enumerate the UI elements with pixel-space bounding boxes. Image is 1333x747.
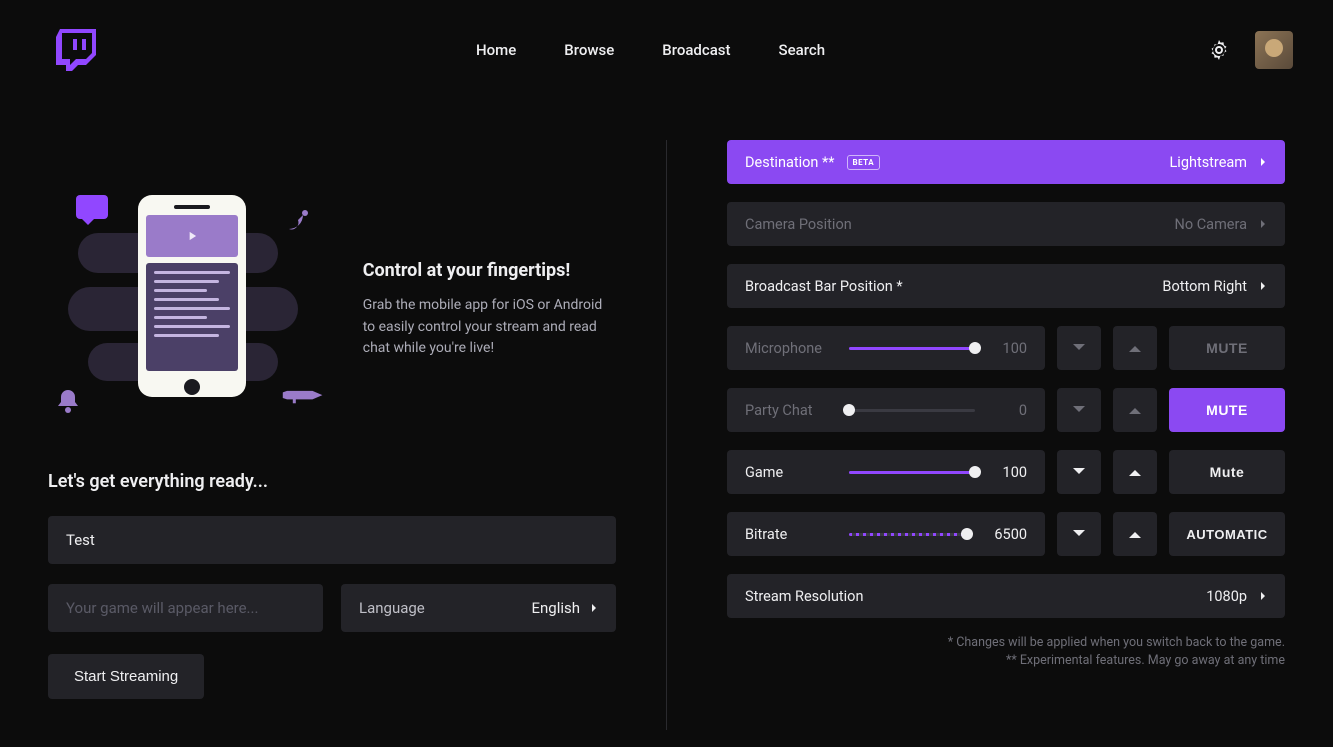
ready-heading: Let's get everything ready... [48,471,618,492]
party-chat-mute-button[interactable]: MUTE [1169,388,1285,432]
chevron-right-icon [1259,592,1267,600]
game-slider[interactable] [849,471,975,474]
party-chat-down-button[interactable] [1057,388,1101,432]
stream-title-input[interactable]: Test [48,516,616,564]
resolution-label: Stream Resolution [745,588,863,605]
bitrate-slider-box: Bitrate 6500 [727,512,1045,556]
language-value: English [531,599,580,617]
destination-label: Destination ** [745,154,835,171]
party-chat-slider[interactable] [849,409,975,412]
game-input[interactable]: Your game will appear here... [48,584,323,632]
language-select[interactable]: Language English [341,584,616,632]
phone-icon [138,195,246,397]
chevron-right-icon [590,604,598,612]
game-up-button[interactable] [1113,450,1157,494]
speech-bubble-icon [76,195,108,219]
stream-resolution-row[interactable]: Stream Resolution 1080p [727,574,1285,618]
microphone-down-button[interactable] [1057,326,1101,370]
bitrate-value: 6500 [983,526,1027,543]
twitch-logo-icon[interactable] [56,29,96,71]
nav-browse[interactable]: Browse [564,41,614,59]
microphone-up-button[interactable] [1113,326,1157,370]
party-chat-label: Party Chat [745,402,833,419]
nav-broadcast[interactable]: Broadcast [662,41,730,59]
microphone-label: Microphone [745,340,833,357]
user-avatar[interactable] [1255,31,1293,69]
game-audio-label: Game [745,464,833,481]
nav-home[interactable]: Home [476,41,516,59]
camera-value: No Camera [1175,216,1247,233]
chevron-right-icon [1259,220,1267,228]
game-audio-value: 100 [991,464,1027,481]
bitrate-slider[interactable] [849,533,967,536]
promo-body: Grab the mobile app for iOS or Android t… [363,295,618,360]
microphone-mute-button[interactable]: MUTE [1169,326,1285,370]
beta-badge: BETA [847,155,881,170]
satellite-dish-icon [283,203,315,235]
nav-search[interactable]: Search [779,41,826,59]
game-mute-button[interactable]: Mute [1169,450,1285,494]
bitrate-label: Bitrate [745,526,833,543]
party-chat-value: 0 [991,402,1027,419]
microphone-slider-box: Microphone 100 [727,326,1045,370]
barpos-label: Broadcast Bar Position * [745,278,903,295]
camera-position-row[interactable]: Camera Position No Camera [727,202,1285,246]
footnote-2: ** Experimental features. May go away at… [727,652,1285,670]
game-down-button[interactable] [1057,450,1101,494]
promo-title: Control at your fingertips! [363,260,618,281]
settings-gear-icon[interactable] [1207,38,1231,62]
destination-value: Lightstream [1169,154,1247,171]
promo-illustration [48,195,333,425]
broadcast-bar-row[interactable]: Broadcast Bar Position * Bottom Right [727,264,1285,308]
microphone-value: 100 [991,340,1027,357]
bell-icon [54,387,82,415]
language-label: Language [359,599,425,617]
resolution-value: 1080p [1206,588,1247,605]
game-slider-box: Game 100 [727,450,1045,494]
bitrate-up-button[interactable] [1113,512,1157,556]
camera-label: Camera Position [745,216,852,233]
bitrate-automatic-button[interactable]: AUTOMATIC [1169,512,1285,556]
microphone-slider[interactable] [849,347,975,350]
chevron-right-icon [1259,158,1267,166]
sword-icon [277,371,331,425]
barpos-value: Bottom Right [1162,278,1247,295]
bitrate-down-button[interactable] [1057,512,1101,556]
party-chat-slider-box: Party Chat 0 [727,388,1045,432]
chevron-right-icon [1259,282,1267,290]
party-chat-up-button[interactable] [1113,388,1157,432]
start-streaming-button[interactable]: Start Streaming [48,654,204,699]
destination-row[interactable]: Destination ** BETA Lightstream [727,140,1285,184]
footnote-1: * Changes will be applied when you switc… [727,634,1285,652]
